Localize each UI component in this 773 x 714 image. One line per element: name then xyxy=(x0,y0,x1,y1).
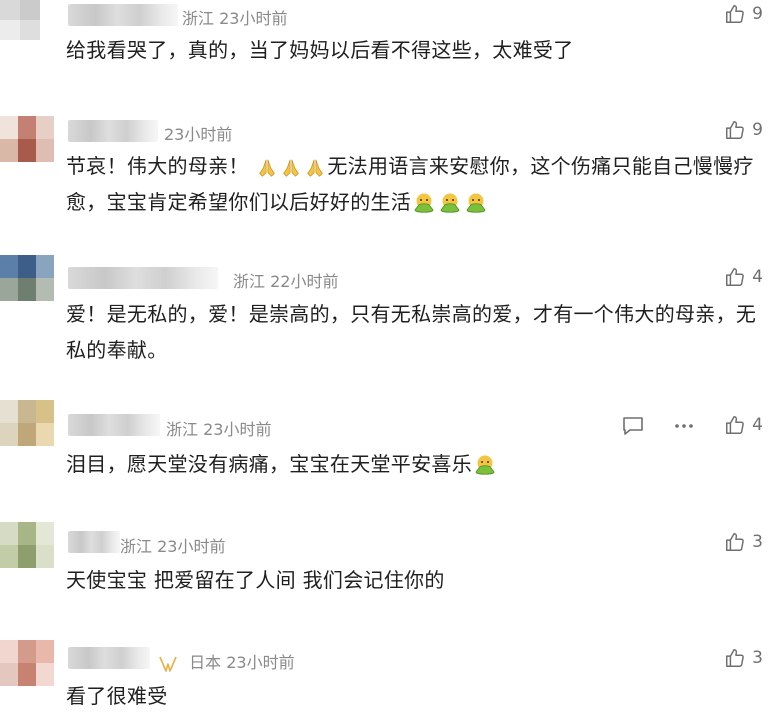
location: 浙江 xyxy=(166,420,199,439)
thumbs-up-icon xyxy=(724,119,746,141)
like-count: 4 xyxy=(752,415,763,435)
avatar[interactable] xyxy=(0,400,54,446)
comment-meta: 浙江 22小时前 xyxy=(233,268,338,292)
nauseated-emoji xyxy=(412,192,436,216)
comment-meta: 浙江 23小时前 xyxy=(166,416,271,440)
like-button[interactable]: 9 xyxy=(724,119,763,141)
location: 日本 xyxy=(189,653,222,672)
username[interactable] xyxy=(68,414,160,436)
location: 浙江 xyxy=(182,9,215,28)
username[interactable] xyxy=(68,4,178,26)
like-button[interactable]: 3 xyxy=(724,647,763,669)
username[interactable] xyxy=(68,531,120,553)
avatar[interactable] xyxy=(0,522,54,568)
timestamp: 23小时前 xyxy=(157,537,226,556)
timestamp: 23小时前 xyxy=(219,9,288,28)
timestamp: 23小时前 xyxy=(164,125,233,144)
comment-text: 泪目，愿天堂没有病痛，宝宝在天堂平安喜乐 xyxy=(66,446,772,482)
username[interactable] xyxy=(68,267,218,289)
comment-meta: 浙江 23小时前 xyxy=(182,5,287,29)
reply-icon[interactable] xyxy=(621,414,645,438)
comment-text: 爱！是无私的，爱！是崇高的，只有无私崇高的爱，才有一个伟大的母亲，无私的奉献。 xyxy=(66,302,757,362)
comment-meta: 浙江 23小时前 xyxy=(120,533,225,557)
like-button[interactable]: 4 xyxy=(724,266,763,288)
comment-text: 节哀！伟大的母亲！ 无法用语言来安慰你，这个伤痛只能自己慢慢疗愈，宝宝肯定希望你… xyxy=(66,154,754,216)
avatar[interactable] xyxy=(0,640,54,686)
timestamp: 22小时前 xyxy=(270,272,339,291)
pray-emoji xyxy=(256,157,278,179)
pray-emoji xyxy=(280,157,302,179)
nauseated-emoji xyxy=(473,454,497,478)
like-count: 3 xyxy=(752,648,763,668)
timestamp: 23小时前 xyxy=(203,420,272,439)
like-count: 9 xyxy=(752,120,763,140)
avatar[interactable] xyxy=(0,116,54,162)
comment-meta: 23小时前 xyxy=(164,121,232,145)
like-button[interactable]: 3 xyxy=(724,531,763,553)
avatar[interactable] xyxy=(0,0,54,40)
more-icon[interactable] xyxy=(672,414,696,438)
like-button[interactable]: 9 xyxy=(724,3,763,25)
like-count: 4 xyxy=(752,267,763,287)
comment-text: 天使宝宝 把爱留在了人间 我们会记住你的 xyxy=(66,568,445,592)
like-count: 3 xyxy=(752,532,763,552)
comment-text: 看了很难受 xyxy=(66,684,168,708)
username[interactable] xyxy=(68,647,150,669)
comment-meta: 日本 23小时前 xyxy=(158,649,295,673)
pray-emoji xyxy=(304,157,326,179)
like-button[interactable]: 4 xyxy=(724,414,763,436)
like-count: 9 xyxy=(752,4,763,24)
thumbs-up-icon xyxy=(724,414,746,436)
thumbs-up-icon xyxy=(724,266,746,288)
comment-text: 给我看哭了，真的，当了妈妈以后看不得这些，太难受了 xyxy=(66,38,574,62)
username[interactable] xyxy=(68,120,158,142)
timestamp: 23小时前 xyxy=(226,653,295,672)
thumbs-up-icon xyxy=(724,647,746,669)
thumbs-up-icon xyxy=(724,3,746,25)
location: 浙江 xyxy=(120,537,153,556)
nauseated-emoji xyxy=(438,192,462,216)
location: 浙江 xyxy=(233,272,266,291)
avatar[interactable] xyxy=(0,255,54,301)
vip-badge-icon xyxy=(159,656,177,672)
nauseated-emoji xyxy=(464,192,488,216)
thumbs-up-icon xyxy=(724,531,746,553)
